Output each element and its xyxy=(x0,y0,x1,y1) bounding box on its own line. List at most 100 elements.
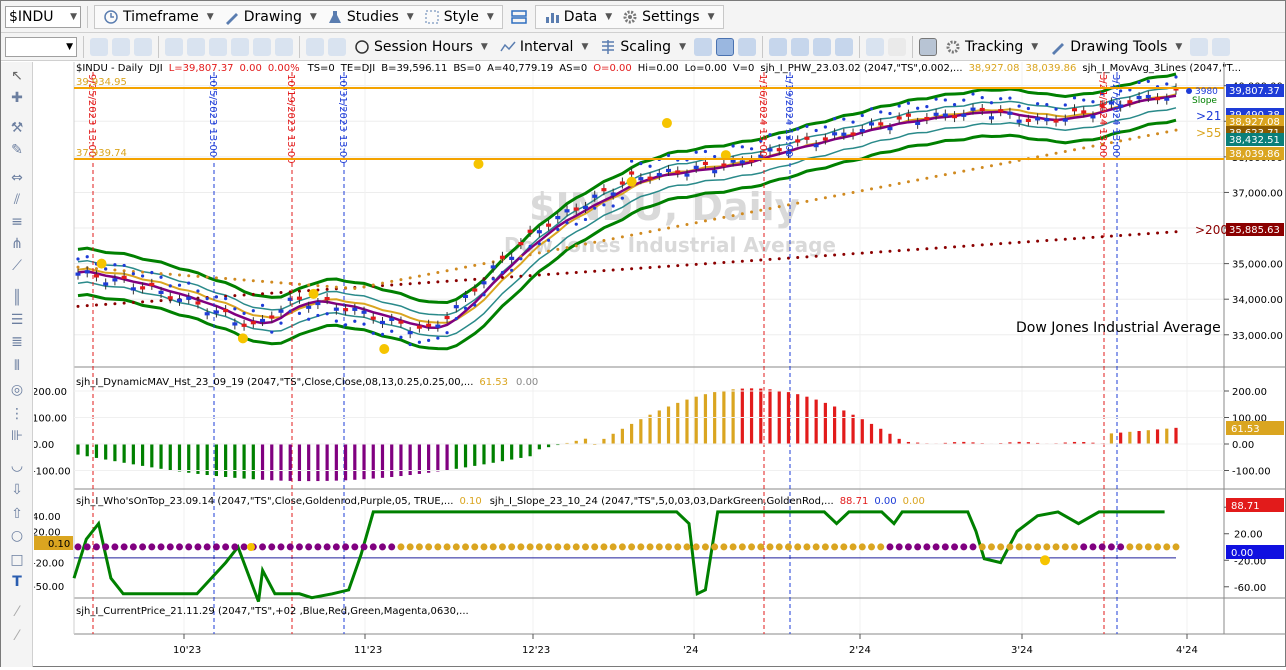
fib-icon[interactable]: ≣ xyxy=(7,334,27,350)
psar-dot xyxy=(851,120,855,124)
whos-on-top-dot xyxy=(637,543,645,551)
ma55-dot xyxy=(657,228,661,232)
vline-icon[interactable]: ║ xyxy=(7,290,27,306)
bars-icon[interactable] xyxy=(134,37,152,56)
line-icon[interactable] xyxy=(812,37,831,56)
symbol-selector[interactable]: $INDU ▼ xyxy=(5,5,81,28)
candlestick-icon[interactable] xyxy=(715,37,734,56)
interval-input[interactable]: ▼ xyxy=(5,36,77,57)
crosshair-icon[interactable]: ✚ xyxy=(7,90,27,106)
parallel-icon[interactable]: ⫽ xyxy=(7,192,27,208)
wave-icon[interactable] xyxy=(231,37,249,56)
refresh-icon[interactable] xyxy=(90,37,108,56)
candle-body xyxy=(186,296,192,300)
bar-chart-icon[interactable] xyxy=(693,37,712,56)
wrench-icon[interactable]: ⚒ xyxy=(7,120,27,136)
pane2-value-badge-text: 61.53 xyxy=(1231,424,1260,435)
candle-body xyxy=(1127,100,1133,104)
ma200-dot xyxy=(648,265,652,269)
layout-button[interactable] xyxy=(507,6,531,28)
candle-body xyxy=(130,287,136,291)
timeframe-button[interactable]: Timeframe ▼ xyxy=(99,6,218,28)
zoom-icon[interactable] xyxy=(165,37,183,56)
drawing-tools-button[interactable]: Drawing Tools ▼ xyxy=(1046,36,1186,58)
fib-time-icon[interactable]: ⫴ xyxy=(7,358,27,374)
style-button[interactable]: Style ▼ xyxy=(420,6,498,28)
fib-circle-icon[interactable]: ◎ xyxy=(7,382,27,398)
whos-on-top-dot xyxy=(406,543,414,551)
histogram-bar xyxy=(869,423,874,444)
andrews-icon[interactable]: ⋔ xyxy=(7,236,27,252)
xtick-label: 11'23 xyxy=(354,645,382,656)
ma55-dot xyxy=(288,282,292,286)
drawing-tools-label: Drawing Tools xyxy=(1070,38,1168,55)
lock-icon[interactable]: ⁄ xyxy=(7,628,27,644)
text-icon[interactable]: T xyxy=(7,574,27,590)
measure-icon[interactable]: ⇔ xyxy=(7,170,27,186)
history-icon[interactable] xyxy=(209,37,227,56)
rectangle-icon[interactable]: □ xyxy=(7,552,27,568)
psar-dot xyxy=(371,331,375,335)
speedometer-icon[interactable] xyxy=(1212,37,1231,56)
histogram-bar xyxy=(833,406,837,444)
ma55-dot xyxy=(344,286,348,290)
chart-svg[interactable]: $INDU, Daily Dow Jones Industrial Averag… xyxy=(1,62,1286,667)
trend-icon[interactable] xyxy=(1190,37,1209,56)
histogram-bar xyxy=(851,414,855,444)
pane2-tick-label-right: 0.00 xyxy=(1232,440,1254,451)
flag-icon[interactable] xyxy=(328,37,346,56)
pane4-title: sjh_I_CurrentPrice_21.11.29 (2047,"TS",+… xyxy=(76,606,469,617)
arrow-down-icon[interactable]: ⇩ xyxy=(7,482,27,498)
slope-line xyxy=(72,510,1165,603)
time-xaxis[interactable]: 10'23 11'23 12'23 '24 2'24 3'24 4'24 xyxy=(173,634,1198,656)
session-hours-button[interactable]: Session Hours ▼ xyxy=(350,36,492,58)
cycle-icon[interactable]: ⊪ xyxy=(7,428,27,444)
histogram-bar xyxy=(187,444,191,473)
circle-icon[interactable]: ○ xyxy=(7,528,27,544)
chevron-down-icon: ▼ xyxy=(605,11,613,22)
grid-icon[interactable] xyxy=(918,37,937,56)
pointer-icon[interactable]: ↖ xyxy=(7,68,27,84)
interval-icon xyxy=(500,39,516,55)
panes-icon[interactable] xyxy=(834,37,853,56)
hollow-candle-icon[interactable] xyxy=(737,37,756,56)
whos-on-top-dot xyxy=(665,543,673,551)
clock-icon[interactable] xyxy=(187,37,205,56)
drawing-button[interactable]: Drawing ▼ xyxy=(220,6,321,28)
studies-button[interactable]: Studies ▼ xyxy=(323,6,418,28)
hline-icon[interactable]: ☰ xyxy=(7,312,27,328)
chevron-down-icon: ▼ xyxy=(679,41,686,52)
whos-on-top-dot xyxy=(498,543,506,551)
scaling-button[interactable]: Scaling ▼ xyxy=(596,36,690,58)
calendar-icon[interactable] xyxy=(112,37,130,56)
zoom-in-icon[interactable] xyxy=(865,37,884,56)
zoom-out-icon[interactable] xyxy=(887,37,906,56)
data-button[interactable]: Data ▼ xyxy=(540,6,616,28)
psar-dot xyxy=(1137,80,1141,85)
speed-lines-icon[interactable]: ⋮ xyxy=(7,406,27,422)
candle-body xyxy=(970,107,976,111)
hlc-icon[interactable] xyxy=(790,37,809,56)
interval-button[interactable]: Interval ▼ xyxy=(496,36,593,58)
psar-dot xyxy=(952,103,957,107)
gears-icon[interactable] xyxy=(306,37,324,56)
psar-dot xyxy=(325,312,329,316)
pencil-icon[interactable]: ✎ xyxy=(7,142,27,158)
people-icon[interactable] xyxy=(275,37,293,56)
pane2-yaxis[interactable]: 200.00200.00100.00100.000.000.00-100.00-… xyxy=(32,387,1271,478)
tracking-button[interactable]: Tracking ▼ xyxy=(941,36,1042,58)
channel-icon[interactable]: ≡ xyxy=(7,214,27,230)
arrow-up-icon[interactable]: ⇧ xyxy=(7,506,27,522)
pulse-icon[interactable] xyxy=(253,37,271,56)
settings-button[interactable]: Settings ▼ xyxy=(618,6,718,28)
ma200-dot xyxy=(390,283,394,287)
whos-on-top-dot xyxy=(701,543,709,551)
candle-body xyxy=(933,112,939,116)
candle-body xyxy=(601,188,607,192)
chart-area[interactable]: $INDU, Daily Dow Jones Industrial Averag… xyxy=(1,62,1286,667)
ohlc-icon[interactable] xyxy=(768,37,787,56)
arc-icon[interactable]: ◡ xyxy=(7,458,27,474)
trendline-icon[interactable]: ⟋ xyxy=(7,258,27,274)
ma200-dot xyxy=(943,245,947,249)
eraser-icon[interactable]: ⁄ xyxy=(7,604,27,620)
